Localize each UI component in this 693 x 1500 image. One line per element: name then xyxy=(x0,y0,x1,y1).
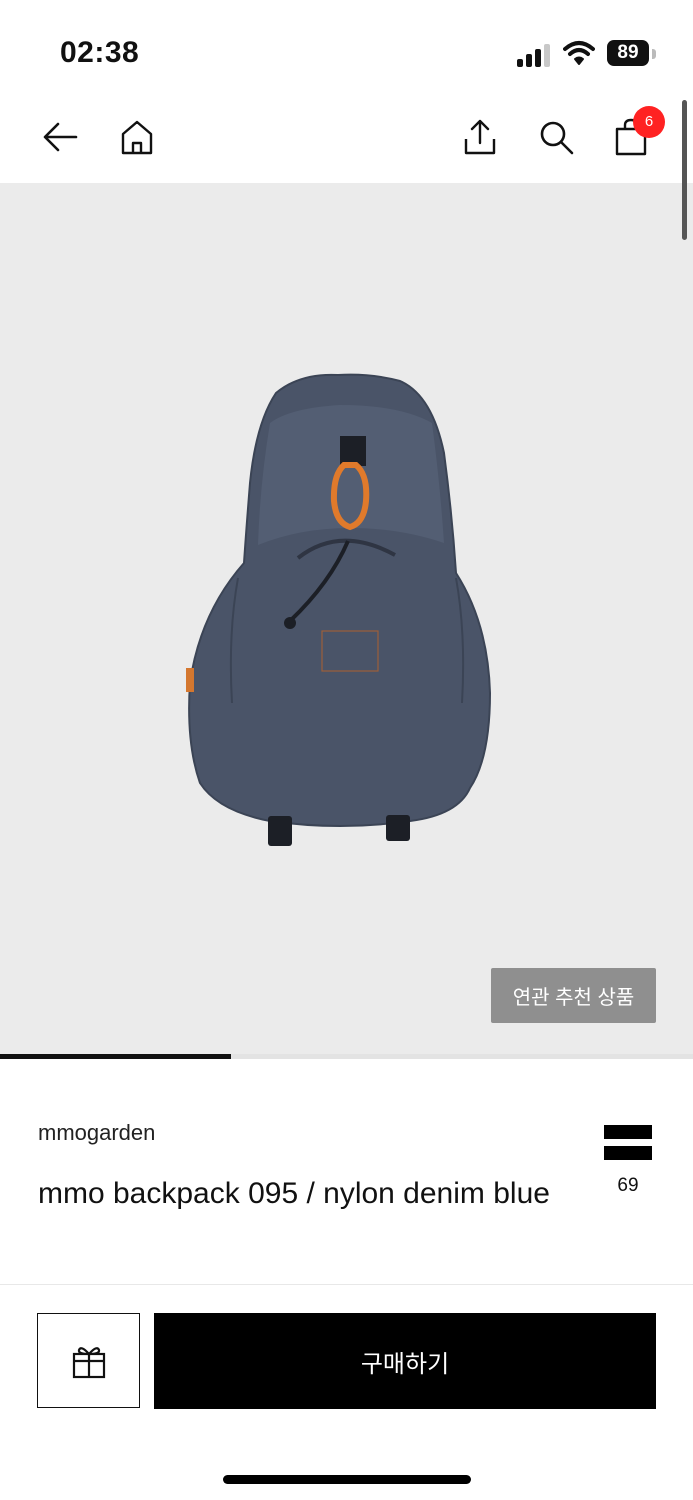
wifi-icon xyxy=(563,41,595,65)
page-scrollbar[interactable] xyxy=(682,100,687,240)
divider xyxy=(0,1284,693,1285)
home-indicator[interactable] xyxy=(223,1475,471,1484)
back-button[interactable] xyxy=(36,113,84,161)
related-products-button[interactable]: 연관 추천 상품 xyxy=(491,968,656,1023)
like-count: 69 xyxy=(617,1175,639,1196)
carousel-progress-fill xyxy=(0,1054,231,1059)
product-image-carousel[interactable] xyxy=(0,183,693,1058)
battery-level: 89 xyxy=(617,42,639,63)
arrow-left-icon xyxy=(43,122,78,152)
share-button[interactable] xyxy=(456,113,504,161)
cart-count-badge: 6 xyxy=(633,106,665,138)
gift-icon xyxy=(72,1346,105,1378)
home-button[interactable] xyxy=(113,113,161,161)
search-icon xyxy=(540,121,574,155)
brand-logo-icon[interactable] xyxy=(604,1125,652,1161)
product-image xyxy=(186,373,492,846)
status-time: 02:38 xyxy=(60,36,140,69)
battery-icon: 89 xyxy=(607,40,656,68)
cellular-signal-icon xyxy=(517,43,551,67)
search-button[interactable] xyxy=(532,113,580,161)
brand-name[interactable]: mmogarden xyxy=(38,1120,155,1146)
product-title: mmo backpack 095 / nylon denim blue xyxy=(38,1177,550,1210)
gift-button[interactable] xyxy=(37,1313,140,1408)
home-icon xyxy=(121,120,153,155)
share-icon xyxy=(464,119,496,155)
buy-button[interactable]: 구매하기 xyxy=(154,1313,656,1409)
